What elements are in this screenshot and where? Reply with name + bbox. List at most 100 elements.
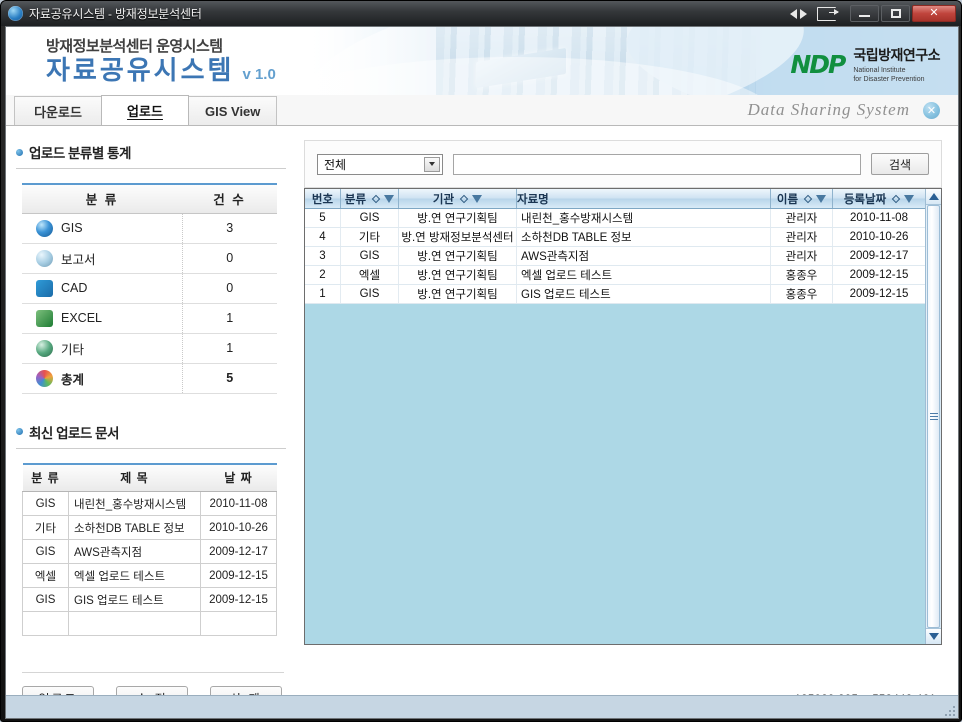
chevron-down-icon[interactable] <box>424 156 440 172</box>
recent-cell-category: 엑셀 <box>22 563 69 588</box>
grid-empty-area <box>305 304 925 644</box>
recent-cell-title: 엑셀 업로드 테스트 <box>68 563 201 588</box>
scroll-up-button[interactable] <box>926 189 941 205</box>
nav-arrows[interactable] <box>790 8 807 19</box>
scrollbar-track[interactable] <box>926 205 941 628</box>
grid-cell-category: GIS <box>341 247 399 265</box>
table-row[interactable]: 3 GIS 방.연 연구기획팀 AWS관측지점 관리자 2009-12-17 <box>305 247 925 266</box>
grid-cell-user: 홍종우 <box>771 266 833 284</box>
tab-upload[interactable]: 업로드 <box>101 95 189 125</box>
tab-gis-view[interactable]: GIS View <box>188 96 278 125</box>
sort-icon[interactable] <box>459 194 469 203</box>
grid-col-no[interactable]: 번호 <box>305 189 341 208</box>
table-row[interactable]: 1 GIS 방.연 연구기획팀 GIS 업로드 테스트 홍종우 2009-12-… <box>305 285 925 304</box>
grid-col-user[interactable]: 이름 <box>771 189 833 208</box>
grid-cell-no: 1 <box>305 285 341 303</box>
list-item[interactable]: 엑셀 엑셀 업로드 테스트 2009-12-15 <box>22 563 277 588</box>
table-row[interactable]: 2 엑셀 방.연 연구기획팀 엑셀 업로드 테스트 홍종우 2009-12-15 <box>305 266 925 285</box>
grid-cell-org: 방.연 연구기획팀 <box>399 266 517 284</box>
grid-col-date[interactable]: 등록날짜 <box>833 189 925 208</box>
stats-label: 기타 <box>61 342 85 357</box>
scroll-down-button[interactable] <box>926 628 941 644</box>
table-row[interactable]: 총계 5 <box>22 363 277 394</box>
list-item[interactable]: 기타 소하천DB TABLE 정보 2010-10-26 <box>22 515 277 540</box>
stats-label: GIS <box>61 221 83 235</box>
search-bar: 전체 검색 <box>304 140 942 188</box>
close-button[interactable]: ✕ <box>912 5 956 22</box>
stats-cell-category: 기타 <box>22 333 182 364</box>
grid-cell-no: 2 <box>305 266 341 284</box>
recent-cell-date: 2009-12-15 <box>200 587 277 612</box>
grid-header-row: 번호 분류 기관 자료명 이름 등록날짜 <box>305 189 925 209</box>
etc-icon <box>36 339 53 357</box>
grid-cell-category: GIS <box>341 285 399 303</box>
minimize-button[interactable] <box>850 5 879 22</box>
list-item[interactable]: GIS 내린천_홍수방재시스템 2010-11-08 <box>22 491 277 516</box>
grid-cell-date: 2009-12-15 <box>849 288 909 300</box>
maximize-button[interactable] <box>881 5 910 22</box>
title-bar[interactable]: 자료공유시스템 - 방재정보분석센터 ✕ <box>1 1 961 26</box>
filter-icon[interactable] <box>816 194 827 203</box>
grid-cell-name: 내린천_홍수방재시스템 <box>517 209 771 227</box>
sort-icon[interactable] <box>371 194 381 203</box>
recent-col-title: 제 목 <box>68 463 201 492</box>
banner-subtitle: 방재정보분석센터 운영시스템 <box>46 38 223 55</box>
list-item[interactable]: GIS GIS 업로드 테스트 2009-12-15 <box>22 587 277 612</box>
vertical-scrollbar[interactable] <box>925 189 941 644</box>
arrow-right-icon[interactable] <box>800 8 807 19</box>
grid-col-category[interactable]: 분류 <box>341 189 399 208</box>
recent-cell-category: 기타 <box>22 515 69 540</box>
table-row[interactable]: 5 GIS 방.연 연구기획팀 내린천_홍수방재시스템 관리자 2010-11-… <box>305 209 925 228</box>
table-row[interactable]: EXCEL 1 <box>22 303 277 334</box>
recent-section-title: 최신 업로드 문서 <box>29 425 119 441</box>
table-row[interactable]: CAD 0 <box>22 273 277 304</box>
grid-cell-org: 방.연 연구기획팀 <box>399 247 517 265</box>
total-icon <box>36 369 53 387</box>
table-row[interactable]: 보고서 0 <box>22 243 277 274</box>
list-item[interactable] <box>22 611 277 636</box>
grid-col-data-name[interactable]: 자료명 <box>517 189 771 208</box>
table-row[interactable]: GIS 3 <box>22 213 277 244</box>
stats-cell-category: EXCEL <box>22 303 182 334</box>
arrow-left-icon[interactable] <box>790 8 797 19</box>
sort-icon[interactable] <box>803 194 813 203</box>
minimize-icon <box>859 14 870 18</box>
recent-cell-category: GIS <box>22 587 69 612</box>
grid-cell-name: 엑셀 업로드 테스트 <box>517 266 771 284</box>
sort-icon[interactable] <box>891 194 901 203</box>
grid-cell-category: GIS <box>341 209 399 227</box>
logout-icon[interactable] <box>817 6 839 21</box>
search-button[interactable]: 검색 <box>871 153 929 175</box>
list-item[interactable]: GIS AWS관측지점 2009-12-17 <box>22 539 277 564</box>
report-icon <box>36 249 53 267</box>
tab-download[interactable]: 다운로드 <box>14 96 102 125</box>
grid-cell-org: 방.연 연구기획팀 <box>399 209 517 227</box>
scrollbar-thumb[interactable] <box>927 205 940 628</box>
grid-cell-date: 2010-10-26 <box>849 231 909 243</box>
ndp-logo-english: National Institute for Disaster Preventi… <box>853 67 940 85</box>
ndp-logo: NDP 국립방재연구소 National Institute for Disas… <box>790 45 940 85</box>
triangle-up-icon <box>928 193 939 200</box>
recent-cell-date <box>200 611 277 636</box>
filter-icon[interactable] <box>904 194 915 203</box>
recent-cell-date: 2010-11-08 <box>200 491 277 516</box>
search-category-select[interactable]: 전체 <box>317 153 443 175</box>
recent-uploads-wrapper: 분 류 제 목 날 짜 GIS 내린천_홍수방재시스템 2010-11-08 기… <box>22 462 277 636</box>
grid-col-organization[interactable]: 기관 <box>399 189 517 208</box>
recent-cell-date: 2009-12-17 <box>200 539 277 564</box>
filter-icon[interactable] <box>472 194 483 203</box>
cad-icon <box>36 279 53 297</box>
panel-close-icon[interactable]: ✕ <box>923 102 940 119</box>
recent-cell-title: 내린천_홍수방재시스템 <box>68 491 201 516</box>
maximize-icon <box>890 9 901 18</box>
resize-grip-icon[interactable] <box>943 704 955 716</box>
app-globe-icon <box>8 6 23 21</box>
data-grid: 번호 분류 기관 자료명 이름 등록날짜 5 GIS 방.연 연구기획팀 내린천… <box>304 188 942 645</box>
search-input[interactable] <box>453 153 861 175</box>
stats-cell-category: CAD <box>22 273 182 304</box>
grid-cell-user: 관리자 <box>771 209 833 227</box>
table-row[interactable]: 기타 1 <box>22 333 277 364</box>
filter-icon[interactable] <box>384 194 395 203</box>
data-sharing-system-watermark: Data Sharing System <box>747 100 910 119</box>
table-row[interactable]: 4 기타 방.연 방재정보분석센터 소하천DB TABLE 정보 관리자 201… <box>305 228 925 247</box>
